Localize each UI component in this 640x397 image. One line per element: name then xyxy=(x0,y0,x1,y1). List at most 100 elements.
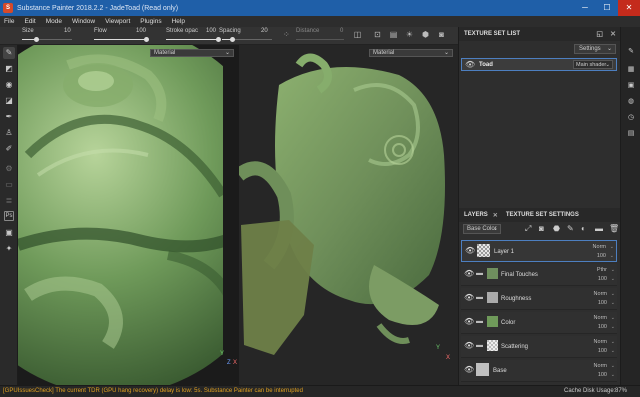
layer-opacity[interactable]: 100 xyxy=(598,348,607,354)
eraser-icon[interactable]: ◩ xyxy=(3,63,15,75)
layer-row[interactable]: 👁 ▬ Roughness Norm 100 ⌄ ⌄ xyxy=(461,288,617,310)
settings-tool-icon[interactable]: ⚙ xyxy=(3,163,15,175)
shader-select[interactable]: Main shader ⌄ xyxy=(573,60,613,69)
layer-row[interactable]: 👁 Base Norm 100 ⌄ ⌄ xyxy=(461,360,617,382)
material-select-right[interactable]: Material ⌄ xyxy=(369,49,453,57)
flow-slider-knob[interactable] xyxy=(143,37,149,42)
close-tab-icon[interactable]: ✕ xyxy=(493,212,498,219)
layer-blend-mode[interactable]: Norm xyxy=(594,315,607,321)
layer-name: Scattering xyxy=(501,344,529,350)
display-mode-icon[interactable]: ▤ xyxy=(388,29,399,40)
layer-blend-mode[interactable]: Norm xyxy=(594,363,607,369)
visibility-eye-icon[interactable]: 👁 xyxy=(464,294,474,302)
paint-brush-icon[interactable]: ✎ xyxy=(3,47,15,59)
size-value[interactable]: 10 xyxy=(64,28,71,34)
visibility-eye-icon[interactable]: 👁 xyxy=(465,247,475,255)
viewport-2d[interactable]: Material ⌄ Y X xyxy=(239,45,458,385)
texture-set-item[interactable]: 👁 Toad Main shader ⌄ xyxy=(461,58,617,71)
tab-layers[interactable]: LAYERS xyxy=(464,212,488,218)
smudge-icon[interactable]: ✒ xyxy=(3,111,15,123)
menu-mode[interactable]: Mode xyxy=(46,18,62,25)
add-effect-icon[interactable]: ⤢ xyxy=(525,224,531,234)
size-slider-knob[interactable] xyxy=(33,37,39,42)
layer-row[interactable]: 👁 Layer 1 Norm 100 ⌄ ⌄ xyxy=(461,240,617,262)
float-panel-icon[interactable]: ◱ xyxy=(596,30,603,38)
environment-icon[interactable]: ◍ xyxy=(626,97,636,107)
layer-blend-mode[interactable]: Norm xyxy=(594,291,607,297)
layer-row[interactable]: 👁 ▬ Color Norm 100 ⌄ ⌄ xyxy=(461,312,617,334)
spacing-slider-knob[interactable] xyxy=(229,37,235,42)
polygon-fill-icon[interactable]: ◪ xyxy=(3,95,15,107)
spacing-slider[interactable] xyxy=(222,37,272,42)
layer-opacity[interactable]: 100 xyxy=(598,324,607,330)
display-settings-icon[interactable]: ▣ xyxy=(626,81,636,91)
screenshot-icon[interactable]: ◙ xyxy=(436,29,447,40)
minimize-button[interactable]: ─ xyxy=(574,0,596,16)
visibility-eye-icon[interactable]: 👁 xyxy=(464,366,474,374)
lazy-mouse-icon[interactable]: ⁘ xyxy=(283,30,290,39)
plugin-icon[interactable]: ✦ xyxy=(3,243,15,255)
add-mask-icon[interactable]: ◙ xyxy=(539,224,544,233)
stroke-opacity-value[interactable]: 100 xyxy=(206,28,216,34)
layer-opacity[interactable]: 100 xyxy=(598,276,607,282)
menu-window[interactable]: Window xyxy=(72,18,95,25)
stroke-opacity-slider-knob[interactable] xyxy=(215,37,221,42)
viewport-3d[interactable]: Material ⌄ Y Z X xyxy=(18,45,239,385)
layer-row[interactable]: 👁 ▬ Scattering Norm 100 ⌄ ⌄ xyxy=(461,336,617,358)
maximize-button[interactable]: ☐ xyxy=(596,0,618,16)
clone-icon[interactable]: ♙ xyxy=(3,127,15,139)
projection-icon[interactable]: ◉ xyxy=(3,79,15,91)
size-slider[interactable] xyxy=(22,37,72,42)
layer-row[interactable]: 👁 ▬ Final Touches Pthr 100 ⌄ ⌄ xyxy=(461,264,617,286)
stroke-opacity-slider-fill xyxy=(166,39,218,40)
visibility-eye-icon[interactable]: 👁 xyxy=(464,342,474,350)
spacing-value[interactable]: 20 xyxy=(261,28,268,34)
close-panel-icon[interactable]: ✕ xyxy=(610,30,616,38)
cube-view-icon[interactable]: ⬢ xyxy=(420,29,431,40)
layer-blend-mode[interactable]: Pthr xyxy=(597,267,607,273)
flow-slider[interactable] xyxy=(94,37,149,42)
history-icon[interactable]: ◷ xyxy=(626,113,636,123)
texture-set-settings-dropdown[interactable]: Settings ⌄ xyxy=(574,44,616,54)
folder-thumbnail xyxy=(487,292,498,303)
distance-slider[interactable] xyxy=(296,39,344,40)
add-fill-layer-icon[interactable]: ⬣ xyxy=(553,224,560,233)
close-button[interactable]: ✕ xyxy=(618,0,640,16)
save-icon[interactable]: ▣ xyxy=(3,227,15,239)
log-icon[interactable]: ▤ xyxy=(626,129,636,139)
axis-y-label: Y xyxy=(220,351,225,357)
layer-opacity[interactable]: 100 xyxy=(597,253,606,259)
photoshop-export-icon[interactable]: Ps xyxy=(4,211,14,221)
add-smart-material-icon[interactable]: ◐ xyxy=(581,224,586,233)
layers-tool-icon[interactable]: ≣ xyxy=(3,195,15,207)
layer-opacity[interactable]: 100 xyxy=(598,300,607,306)
symmetry-icon[interactable]: ◫ xyxy=(352,29,363,40)
menu-viewport[interactable]: Viewport xyxy=(105,18,130,25)
add-paint-layer-icon[interactable]: ✎ xyxy=(567,224,574,233)
layer-blend-mode[interactable]: Norm xyxy=(594,339,607,345)
add-folder-icon[interactable]: ▬ xyxy=(595,224,603,233)
color-picker-icon[interactable]: ✐ xyxy=(3,143,15,155)
material-select-left[interactable]: Material ⌄ xyxy=(150,49,234,57)
layer-opacity[interactable]: 100 xyxy=(598,372,607,378)
visibility-eye-icon[interactable]: 👁 xyxy=(464,318,474,326)
flow-value[interactable]: 100 xyxy=(136,28,146,34)
menu-plugins[interactable]: Plugins xyxy=(140,18,161,25)
menu-file[interactable]: File xyxy=(4,18,14,25)
camera-icon[interactable]: ⊡ xyxy=(372,29,383,40)
distance-value[interactable]: 0 xyxy=(340,28,343,34)
brush-settings-icon[interactable]: ✎ xyxy=(626,47,636,57)
chevron-down-icon: ⌄ xyxy=(609,253,614,259)
visibility-eye-icon[interactable]: 👁 xyxy=(465,61,475,69)
shelf-icon[interactable]: ▭ xyxy=(3,179,15,191)
stroke-opacity-slider[interactable] xyxy=(166,37,221,42)
layer-blend-mode[interactable]: Norm xyxy=(593,244,606,250)
delete-layer-icon[interactable]: 🗑 xyxy=(609,224,619,233)
visibility-eye-icon[interactable]: 👁 xyxy=(464,270,474,278)
texture-set-icon[interactable]: ▦ xyxy=(626,65,636,75)
tab-texture-set-settings[interactable]: TEXTURE SET SETTINGS xyxy=(506,212,579,218)
menu-help[interactable]: Help xyxy=(172,18,185,25)
menu-edit[interactable]: Edit xyxy=(24,18,35,25)
channel-select[interactable]: Base Color ⌄ xyxy=(463,224,501,234)
render-icon[interactable]: ☀ xyxy=(404,29,415,40)
